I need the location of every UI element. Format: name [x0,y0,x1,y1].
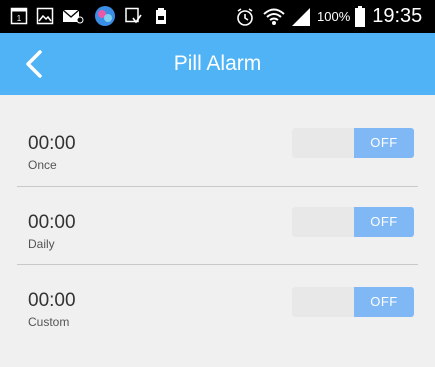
alarm-item-custom[interactable]: 00:00 Custom OFF [0,265,435,350]
status-bar: 1 100% 19:35 [0,0,435,33]
toggle-state-label: OFF [354,287,414,317]
toggle-state-label: OFF [354,207,414,237]
alarm-item-once[interactable]: 00:00 Once OFF [0,95,435,187]
download-icon [124,7,142,25]
status-right: 100% 19:35 [235,0,422,33]
alarm-toggle-once[interactable]: OFF [292,128,414,158]
gallery-icon [36,7,54,25]
alarm-toggle-daily[interactable]: OFF [292,207,414,237]
svg-text:1: 1 [17,14,22,23]
alarm-toggle-custom[interactable]: OFF [292,287,414,317]
page-title: Pill Alarm [173,52,262,75]
battery-app-icon [154,7,168,25]
alarm-time: 00:00 [28,212,76,233]
mail-icon [62,7,84,25]
app-bar: Pill Alarm [0,33,435,95]
app-icon [94,5,116,27]
toggle-track [292,128,354,158]
toggle-track [292,207,354,237]
alarm-icon [235,7,255,27]
clock: 19:35 [372,5,423,27]
toggle-state-label: OFF [354,128,414,158]
alarm-frequency: Daily [28,237,55,251]
alarm-item-daily[interactable]: 00:00 Daily OFF [0,187,435,265]
toggle-track [292,287,354,317]
calendar-icon: 1 [10,7,28,25]
alarm-time: 00:00 [28,133,76,154]
alarm-time: 00:00 [28,290,76,311]
alarm-frequency: Once [28,158,57,172]
alarm-frequency: Custom [28,315,70,329]
battery-icon [354,5,366,28]
signal-icon [291,7,311,27]
wifi-icon [263,7,285,27]
battery-percent: 100% [317,9,351,24]
